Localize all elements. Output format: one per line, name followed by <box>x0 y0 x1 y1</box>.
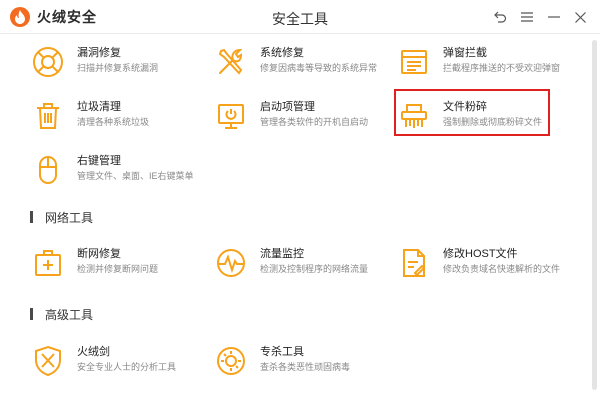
trash-can-icon <box>30 98 66 134</box>
section-marker <box>30 308 33 320</box>
virus-kill-icon <box>213 343 249 379</box>
first-aid-kit-icon <box>30 245 66 281</box>
tool-net-repair[interactable]: 断网修复 检测并修复断网问题 <box>30 243 190 283</box>
tool-name: 垃圾清理 <box>77 101 121 113</box>
flame-logo-icon <box>10 7 30 27</box>
document-edit-icon <box>396 245 432 281</box>
tool-desc: 拦截程序推送的不受欢迎弹窗 <box>443 63 561 73</box>
monitor-power-icon <box>213 98 249 134</box>
tool-desc: 查杀各类恶性顽固病毒 <box>260 362 351 372</box>
tool-name: 文件粉碎 <box>443 101 487 113</box>
tool-desc: 修复因病毒等导致的系统异常 <box>260 63 378 73</box>
tool-leak-repair[interactable]: 漏洞修复 扫描并修复系统漏洞 <box>30 42 190 82</box>
tool-system-repair[interactable]: 系统修复 修复因病毒等导致的系统异常 <box>213 42 383 82</box>
back-icon[interactable] <box>490 7 510 27</box>
tool-junk-clean[interactable]: 垃圾清理 清理各种系统垃圾 <box>30 96 190 136</box>
pulse-monitor-icon <box>213 245 249 281</box>
tool-desc: 检测及控制程序的网络流量 <box>260 264 369 274</box>
tool-name: 专杀工具 <box>260 346 304 358</box>
section-advanced: 高级工具 <box>30 306 130 322</box>
minimize-icon[interactable] <box>544 7 564 27</box>
brand: 火绒安全 <box>10 7 97 27</box>
wrench-screwdriver-icon <box>213 44 249 80</box>
tool-desc: 修改负责域名快速解析的文件 <box>443 264 561 274</box>
tool-desc: 强制删除或彻底粉碎文件 <box>443 117 543 127</box>
tool-desc: 检测并修复断网问题 <box>77 264 159 274</box>
tool-special-kill[interactable]: 专杀工具 查杀各类恶性顽固病毒 <box>213 341 383 381</box>
tool-desc: 清理各种系统垃圾 <box>77 117 150 127</box>
tool-popup-block[interactable]: 弹窗拦截 拦截程序推送的不受欢迎弹窗 <box>396 42 566 82</box>
popup-window-icon <box>396 44 432 80</box>
menu-icon[interactable] <box>517 7 537 27</box>
tool-name: 火绒剑 <box>77 346 110 358</box>
tool-name: 流量监控 <box>260 248 304 260</box>
tool-desc: 扫描并修复系统漏洞 <box>77 63 159 73</box>
section-network: 网络工具 <box>30 209 130 225</box>
tool-name: 右键管理 <box>77 155 121 167</box>
mouse-icon <box>30 152 66 188</box>
tool-desc: 管理各类软件的开机自启动 <box>260 117 369 127</box>
section-title: 高级工具 <box>45 308 94 322</box>
tool-file-shred[interactable]: 文件粉碎 强制删除或彻底粉碎文件 <box>396 96 546 136</box>
tool-startup-mgmt[interactable]: 启动项管理 管理各类软件的开机自启动 <box>213 96 383 136</box>
crossed-swords-shield-icon <box>30 343 66 379</box>
tool-traffic-monitor[interactable]: 流量监控 检测及控制程序的网络流量 <box>213 243 383 283</box>
scrollbar[interactable] <box>592 40 597 390</box>
tool-name: 系统修复 <box>260 47 304 59</box>
shredder-icon <box>396 98 432 134</box>
tool-context-menu[interactable]: 右键管理 管理文件、桌面、IE右键菜单 <box>30 150 200 190</box>
tool-name: 漏洞修复 <box>77 47 121 59</box>
lifebuoy-icon <box>30 44 66 80</box>
section-marker <box>30 211 33 223</box>
section-title: 网络工具 <box>45 211 94 225</box>
tool-desc: 安全专业人士的分析工具 <box>77 362 177 372</box>
brand-name: 火绒安全 <box>37 9 97 25</box>
tool-name: 修改HOST文件 <box>443 248 518 260</box>
tool-host-edit[interactable]: 修改HOST文件 修改负责域名快速解析的文件 <box>396 243 566 283</box>
tool-huorong-sword[interactable]: 火绒剑 安全专业人士的分析工具 <box>30 341 190 381</box>
close-icon[interactable] <box>570 7 590 27</box>
title-bar: 火绒安全 安全工具 <box>0 0 600 34</box>
tool-name: 断网修复 <box>77 248 121 260</box>
tool-name: 启动项管理 <box>260 101 315 113</box>
tool-desc: 管理文件、桌面、IE右键菜单 <box>77 171 194 181</box>
tool-name: 弹窗拦截 <box>443 47 487 59</box>
